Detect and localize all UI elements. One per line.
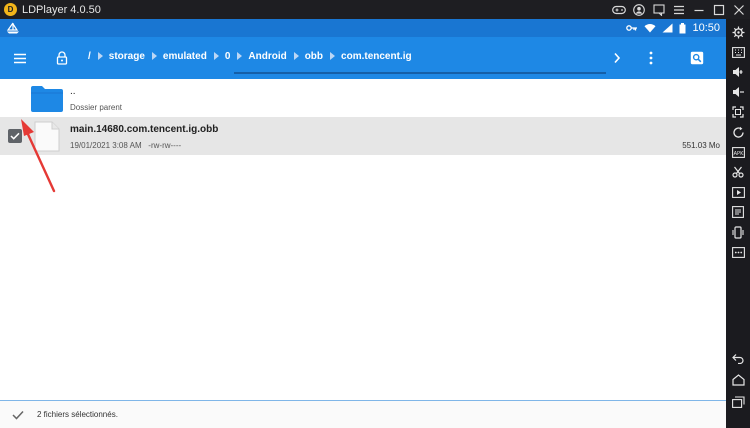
- lock-button[interactable]: [50, 37, 74, 79]
- battery-icon: [679, 22, 686, 33]
- breadcrumb-separator-icon: [151, 52, 157, 60]
- parent-folder-name: ..: [70, 86, 76, 97]
- breadcrumb-current[interactable]: com.tencent.ig: [341, 51, 412, 62]
- menu-button[interactable]: [0, 37, 40, 79]
- file-date: 19/01/2021 3:08 AM: [70, 141, 142, 150]
- title-bar-controls: [612, 0, 746, 19]
- file-list: .. Dossier parent main.14680.com.tencent…: [0, 79, 726, 400]
- breadcrumb-separator-icon: [213, 52, 219, 60]
- file-meta: 19/01/2021 3:08 AM -rw-rw----: [70, 141, 181, 150]
- key-icon: [626, 25, 638, 31]
- overflow-menu-button[interactable]: [634, 37, 668, 79]
- file-name: main.14680.com.tencent.ig.obb: [70, 124, 219, 135]
- recent-apps-icon[interactable]: [731, 395, 745, 409]
- scissors-icon[interactable]: [731, 165, 745, 179]
- breadcrumb-storage[interactable]: storage: [109, 51, 145, 62]
- breadcrumb-separator-icon: [330, 52, 336, 60]
- check-icon: [12, 410, 24, 420]
- title-bar: D LDPlayer 4.0.50: [0, 0, 750, 19]
- breadcrumb-scroll-indicator: [234, 72, 606, 74]
- selection-bar: 2 fichiers sélectionnés.: [0, 400, 726, 428]
- android-status-bar: 10:50: [0, 19, 726, 37]
- file-manager-toolbar: / storage emulated 0 Android obb com.ten…: [0, 37, 726, 79]
- fullscreen-icon[interactable]: [731, 105, 745, 119]
- confirm-selection-button[interactable]: [10, 407, 26, 423]
- video-icon[interactable]: [731, 185, 745, 199]
- breadcrumb-separator-icon: [293, 52, 299, 60]
- status-icons: 10:50: [626, 19, 720, 37]
- list-item-parent-folder[interactable]: .. Dossier parent: [0, 79, 726, 117]
- signal-icon: [662, 23, 673, 33]
- volume-up-icon[interactable]: [731, 65, 745, 79]
- ldplayer-logo-icon: D: [4, 3, 17, 16]
- gamepad-icon[interactable]: [612, 3, 626, 17]
- more-icon[interactable]: [731, 245, 745, 259]
- parent-folder-label: Dossier parent: [70, 103, 123, 112]
- chevron-right-icon: [614, 52, 621, 64]
- breadcrumb-android[interactable]: Android: [248, 51, 286, 62]
- breadcrumb-emulated[interactable]: emulated: [163, 51, 207, 62]
- rotate-icon[interactable]: [731, 125, 745, 139]
- home-icon[interactable]: [731, 373, 745, 387]
- search-button[interactable]: [668, 37, 726, 79]
- settings-icon[interactable]: [731, 25, 745, 39]
- breadcrumb-obb[interactable]: obb: [305, 51, 323, 62]
- chat-icon[interactable]: [652, 3, 666, 17]
- logo-letter: D: [7, 4, 14, 14]
- search-icon: [690, 51, 704, 65]
- breadcrumb: / storage emulated 0 Android obb com.ten…: [88, 37, 412, 75]
- install-apk-icon[interactable]: APK: [731, 145, 745, 159]
- breadcrumb-root[interactable]: /: [88, 51, 91, 62]
- list-item-obb-file[interactable]: main.14680.com.tencent.ig.obb 19/01/2021…: [0, 117, 726, 155]
- svg-text:APK: APK: [733, 151, 743, 157]
- file-size: 551.03 Mo: [682, 141, 720, 150]
- emulator-sidebar: APK: [726, 19, 750, 428]
- menu-icon[interactable]: [672, 3, 686, 17]
- shake-icon[interactable]: [731, 225, 745, 239]
- breadcrumb-separator-icon: [97, 52, 103, 60]
- user-icon[interactable]: [632, 3, 646, 17]
- status-time: 10:50: [692, 22, 720, 34]
- volume-down-icon[interactable]: [731, 85, 745, 99]
- toolbar-actions: [600, 37, 726, 79]
- minimize-icon[interactable]: [692, 3, 706, 17]
- wifi-icon: [644, 23, 656, 33]
- emulator-window: D LDPlayer 4.0.50 10:50 / storage emulat…: [0, 0, 750, 428]
- back-icon[interactable]: [731, 351, 745, 365]
- file-icon[interactable]: [731, 205, 745, 219]
- lock-icon: [56, 51, 68, 65]
- sailboat-icon: [6, 22, 19, 34]
- close-icon[interactable]: [732, 3, 746, 17]
- keyboard-icon[interactable]: [731, 45, 745, 59]
- maximize-icon[interactable]: [712, 3, 726, 17]
- breadcrumb-separator-icon: [237, 52, 243, 60]
- window-title: LDPlayer 4.0.50: [22, 3, 101, 16]
- file-permissions: -rw-rw----: [148, 141, 182, 150]
- more-vertical-icon: [649, 51, 653, 65]
- annotation-arrow-icon: [21, 119, 56, 193]
- hamburger-icon: [14, 53, 26, 63]
- breadcrumb-zero[interactable]: 0: [225, 51, 231, 62]
- selection-count-text: 2 fichiers sélectionnés.: [37, 410, 118, 419]
